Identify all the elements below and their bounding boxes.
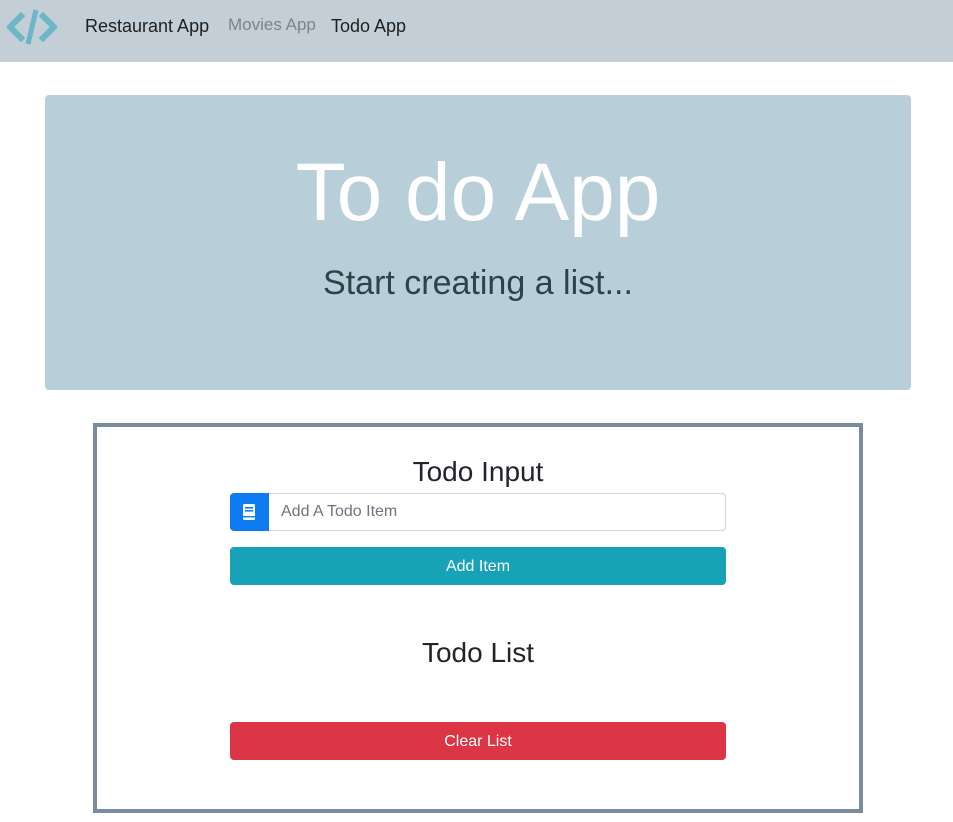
todo-container: Todo Input Add Item Todo List Clear List bbox=[93, 423, 863, 813]
code-brackets-icon[interactable] bbox=[5, 8, 59, 46]
nav-link-restaurant[interactable]: Restaurant App bbox=[85, 15, 209, 37]
nav-link-movies[interactable]: Movies App bbox=[228, 14, 316, 36]
hero-subtitle: Start creating a list... bbox=[323, 264, 633, 302]
todo-list-title: Todo List bbox=[421, 637, 535, 668]
navbar: Restaurant App Movies App Todo App bbox=[0, 0, 953, 62]
nav-link-todo[interactable]: Todo App bbox=[331, 15, 406, 37]
todo-input-title: Todo Input bbox=[412, 456, 544, 487]
hero-title: To do App bbox=[295, 147, 661, 238]
input-prepend bbox=[230, 493, 269, 531]
todo-input-group bbox=[230, 493, 726, 531]
hero-banner: To do App Start creating a list... bbox=[45, 95, 911, 390]
add-item-button[interactable]: Add Item bbox=[230, 547, 726, 585]
todo-item-input[interactable] bbox=[269, 493, 726, 531]
clear-list-button[interactable]: Clear List bbox=[230, 722, 726, 760]
